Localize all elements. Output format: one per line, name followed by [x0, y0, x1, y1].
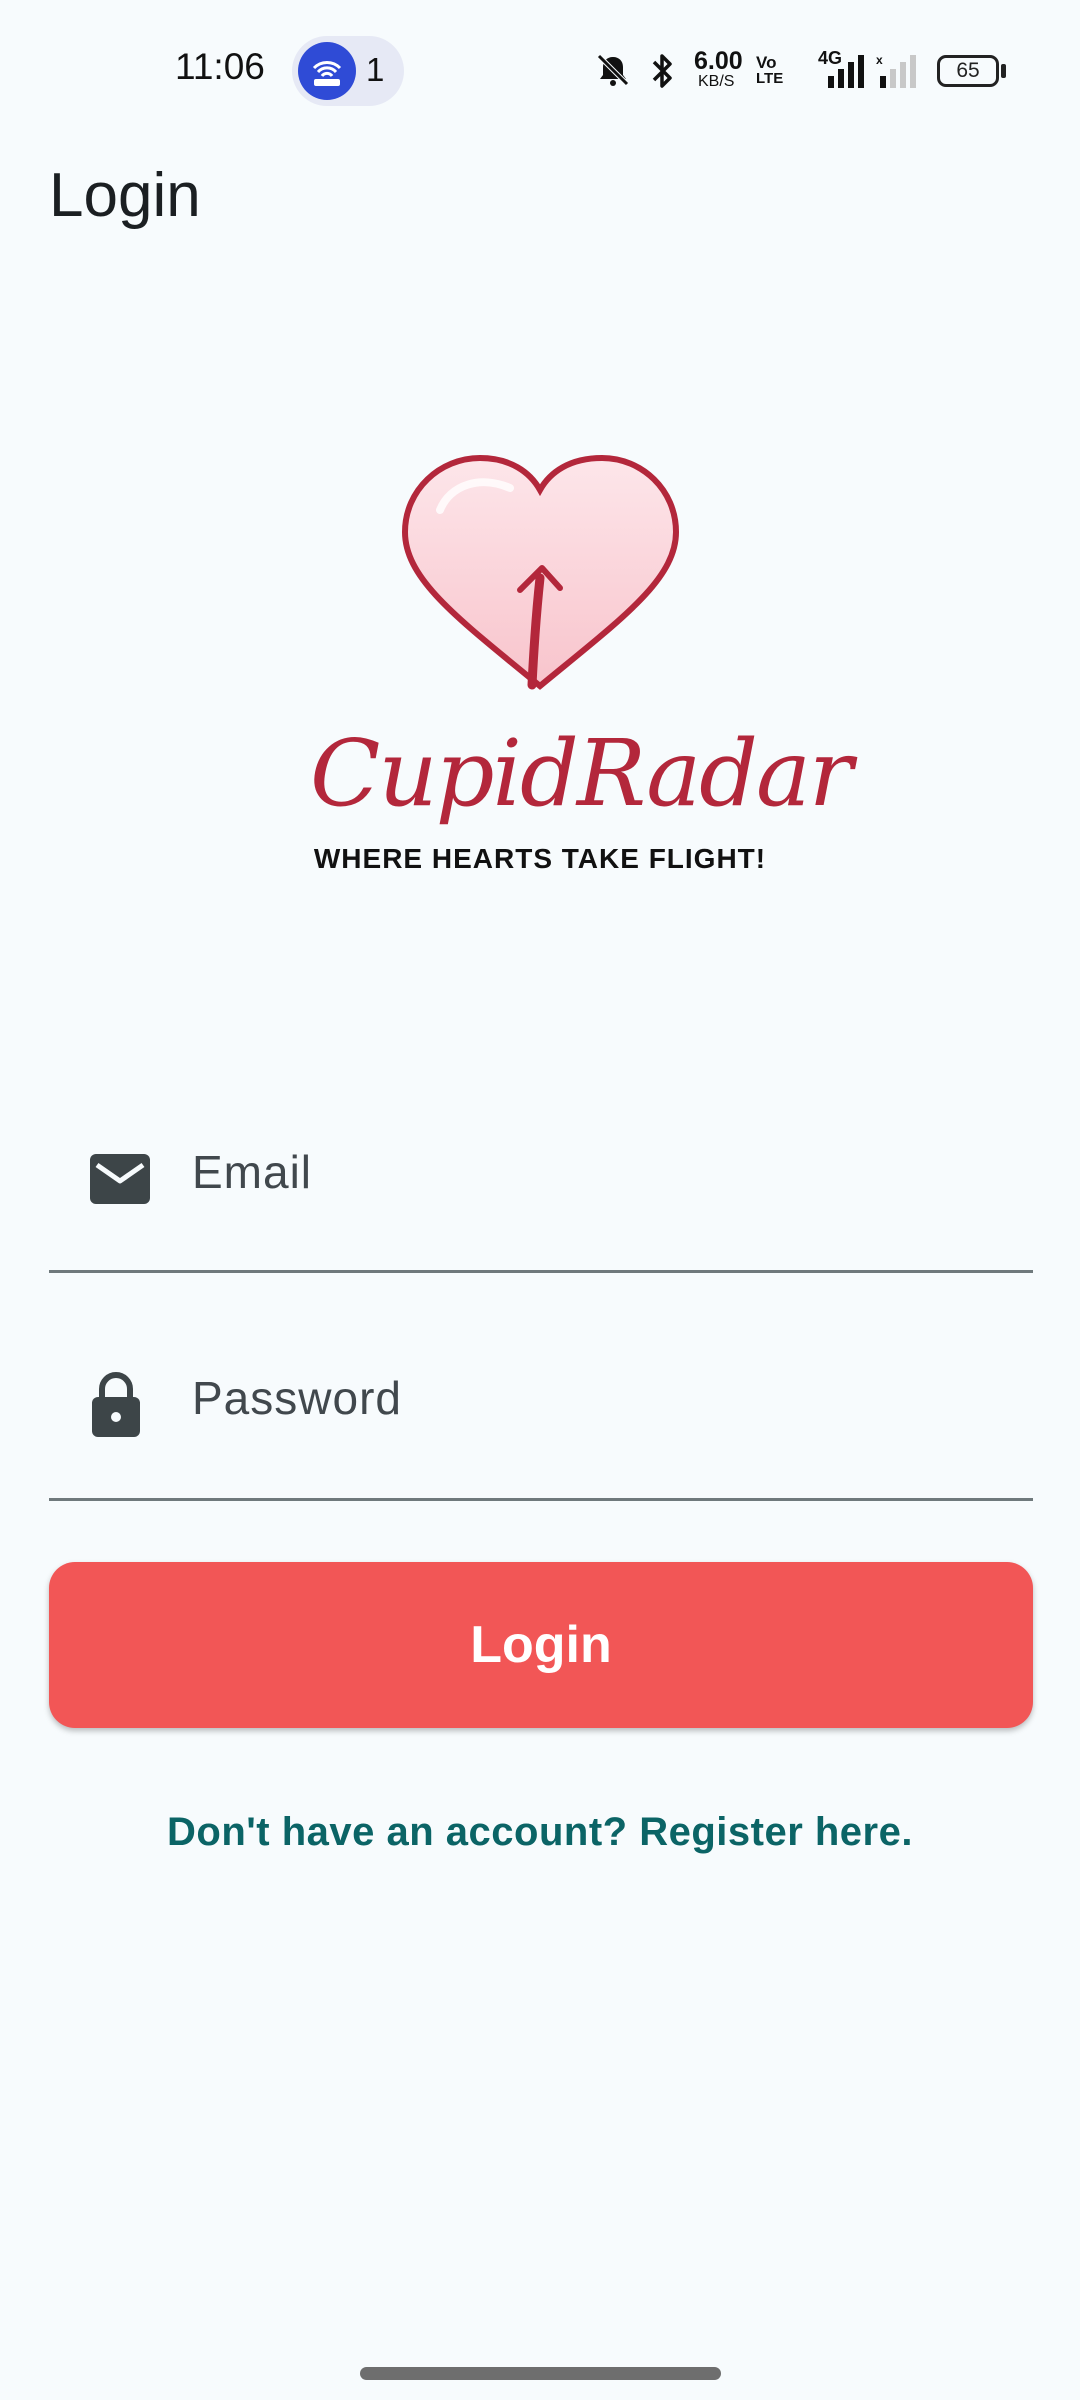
email-placeholder: Email — [192, 1146, 313, 1198]
password-placeholder: Password — [192, 1372, 402, 1424]
home-indicator[interactable] — [360, 2367, 721, 2380]
hotspot-count: 1 — [366, 51, 385, 88]
mute-bell-icon — [597, 54, 629, 86]
network-speed-value: 6.00 — [694, 47, 743, 75]
battery-nub — [1001, 64, 1006, 78]
volte-label: Vo — [756, 53, 777, 72]
volte-label-lte: LTE — [756, 70, 784, 87]
page-title: Login — [49, 161, 201, 230]
brand-name: CupidRadar — [310, 720, 853, 827]
battery-icon: 65 — [937, 55, 999, 87]
register-link[interactable]: Don't have an account? Register here. — [0, 1810, 1080, 1855]
status-bar: 11:06 1 6.00 KB/S Vo LTE 4G x 65 — [0, 0, 1080, 140]
status-time: 11:06 — [175, 46, 265, 87]
email-underline — [49, 1270, 1033, 1273]
bluetooth-icon — [652, 54, 672, 88]
lock-icon — [92, 1372, 140, 1437]
login-button[interactable]: Login — [49, 1562, 1033, 1728]
network-speed-unit: KB/S — [698, 73, 735, 90]
hotspot-indicator[interactable]: 1 — [292, 36, 404, 106]
brand-tagline: WHERE HEARTS TAKE FLIGHT! — [313, 843, 767, 874]
signal-icon — [828, 55, 864, 88]
password-underline — [49, 1498, 1033, 1501]
mail-icon — [90, 1154, 150, 1204]
svg-text:x: x — [876, 54, 883, 67]
signal-weak-icon: x — [876, 54, 916, 88]
password-field[interactable]: Password — [49, 1371, 1033, 1501]
email-field[interactable]: Email — [49, 1143, 1033, 1273]
hotspot-icon — [298, 42, 356, 100]
